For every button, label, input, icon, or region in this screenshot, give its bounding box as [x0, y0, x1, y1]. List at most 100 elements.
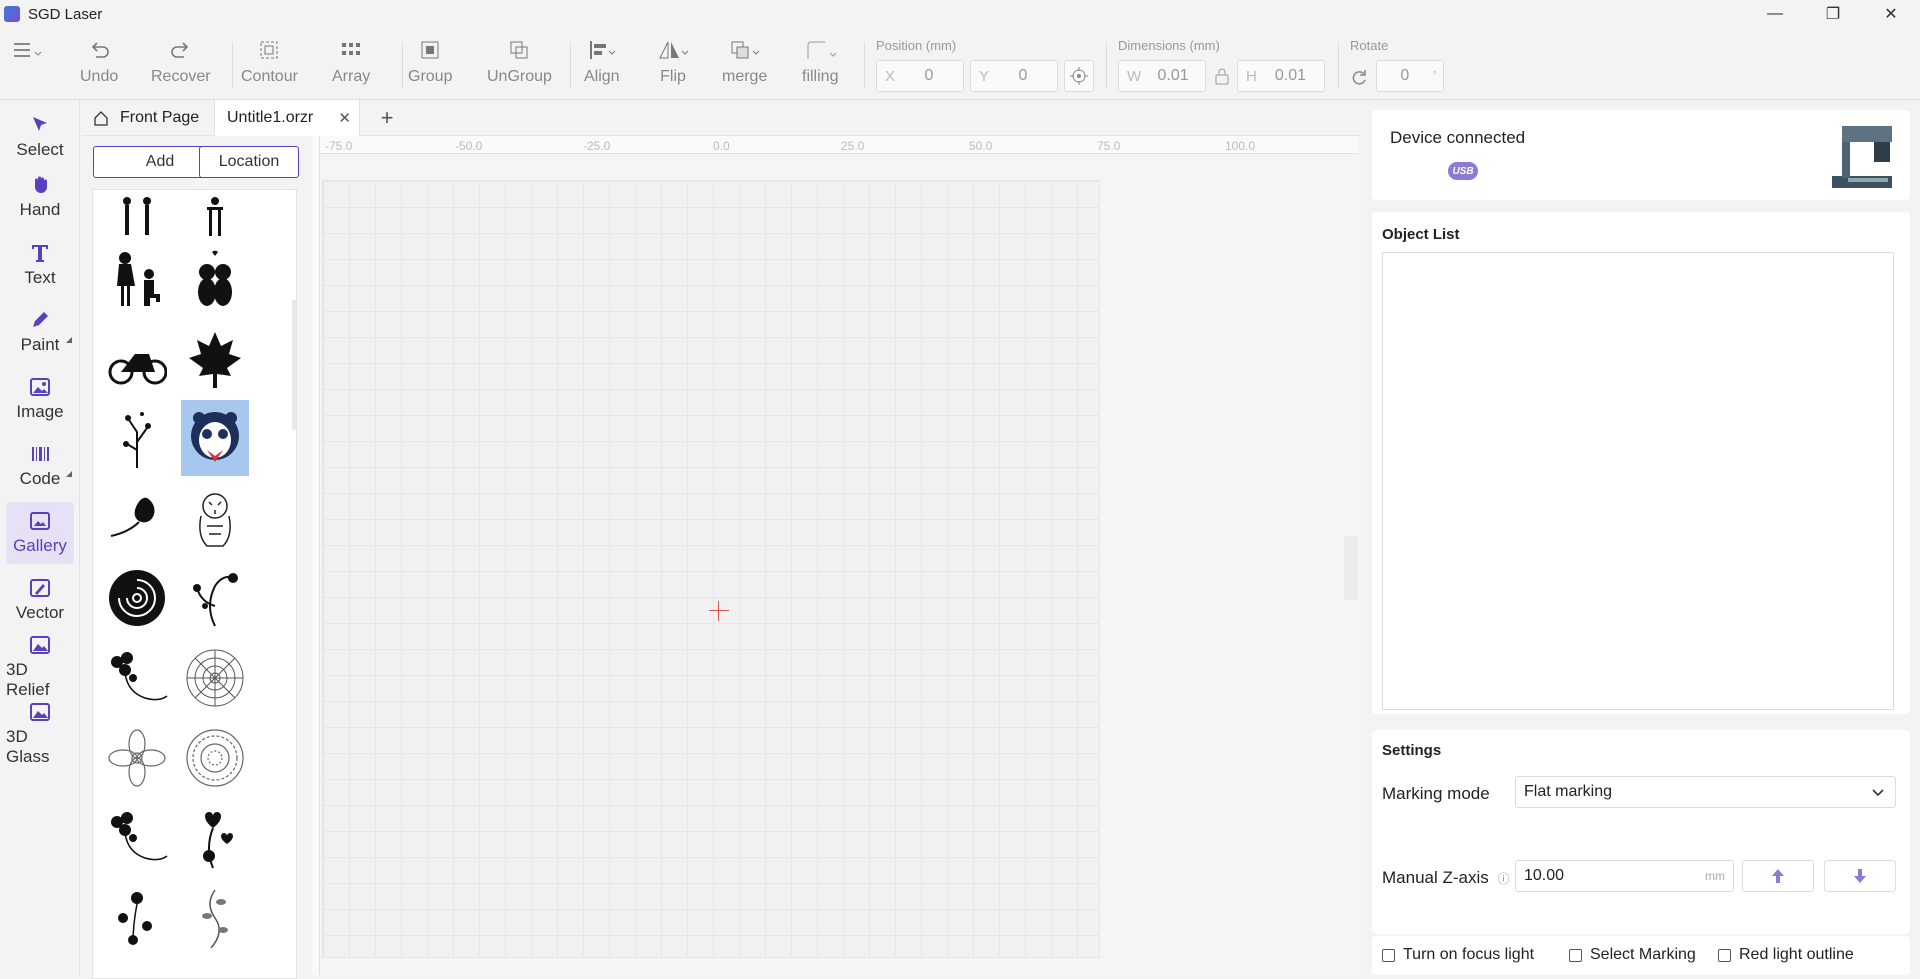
app-title: SGD Laser — [28, 5, 103, 23]
filling-icon — [804, 38, 837, 62]
contour-label: Contour — [241, 68, 298, 85]
z-down-button[interactable] — [1824, 860, 1896, 892]
select-marking-checkbox[interactable]: Select Marking — [1569, 946, 1696, 964]
ruler-tick: 50.0 — [969, 139, 993, 153]
gallery-item-hearts-vine[interactable] — [181, 800, 249, 876]
sidebar-item-code[interactable]: Code — [6, 435, 74, 497]
document-tabs: Front Page Untitle1.orzr ✕ + — [82, 100, 1360, 136]
maximize-button[interactable]: ❐ — [1804, 0, 1862, 28]
red-light-outline-checkbox[interactable]: Red light outline — [1718, 946, 1854, 964]
gallery-item-clover-script-2[interactable] — [103, 800, 171, 876]
contour-button[interactable]: Contour — [241, 38, 298, 94]
tab-untitle1[interactable]: Untitle1.orzr ✕ — [214, 100, 360, 136]
rotate-field[interactable]: 0 ° — [1376, 60, 1444, 92]
sidebar-item-paint[interactable]: Paint — [6, 301, 74, 363]
merge-label: merge — [722, 68, 768, 85]
z-up-button[interactable] — [1742, 860, 1814, 892]
sidebar-item-select[interactable]: Select — [6, 106, 74, 168]
sidebar-item-image[interactable]: Image — [6, 368, 74, 430]
gallery-scrollbar[interactable] — [292, 300, 296, 430]
flip-button[interactable]: Flip — [658, 38, 688, 94]
toolbar-divider — [232, 42, 233, 88]
filling-button[interactable]: filling — [802, 38, 838, 94]
sidebar-item-3d-glass[interactable]: 3D Glass — [6, 701, 74, 766]
arrow-up-icon — [1772, 869, 1784, 883]
pen-icon — [29, 309, 51, 331]
ungroup-icon — [508, 38, 530, 62]
position-y-field[interactable]: Y0 — [970, 60, 1058, 92]
close-tab-icon[interactable]: ✕ — [338, 109, 351, 127]
sidebar-item-hand[interactable]: Hand — [6, 166, 74, 228]
position-target-button[interactable] — [1064, 60, 1094, 92]
object-list[interactable] — [1382, 252, 1894, 710]
gallery-item-flower-outline[interactable] — [103, 720, 171, 796]
gallery-item-rose[interactable] — [103, 560, 171, 636]
width-field[interactable]: W 0.01 — [1118, 60, 1206, 92]
merge-button[interactable]: merge — [722, 38, 767, 94]
align-label: Align — [584, 68, 620, 85]
position-x-field[interactable]: X0 — [876, 60, 964, 92]
device-status: Device connected — [1390, 128, 1526, 147]
left-sidebar: Select Hand Text Paint Image Code Galler… — [0, 100, 80, 975]
gallery-location-button[interactable]: Location — [199, 146, 299, 178]
window-controls: — ❐ ✕ — [1746, 0, 1920, 28]
minimize-button[interactable]: — — [1746, 0, 1804, 28]
gallery-item-tiger[interactable] — [181, 480, 249, 556]
add-tab-button[interactable]: + — [372, 100, 402, 136]
gallery-item-proposal[interactable] — [103, 242, 171, 318]
tab-front-page[interactable]: Front Page — [82, 100, 214, 136]
recover-button[interactable]: Recover — [151, 38, 211, 94]
gallery-item-mandala[interactable] — [181, 640, 249, 716]
recover-label: Recover — [151, 68, 211, 85]
close-window-button[interactable]: ✕ — [1862, 0, 1920, 28]
manual-z-input[interactable]: 10.00 mm — [1515, 860, 1734, 892]
group-button[interactable]: Group — [408, 38, 452, 94]
expand-triangle-icon — [66, 337, 72, 343]
menu-button[interactable] — [12, 38, 42, 94]
focus-light-checkbox[interactable]: Turn on focus light — [1382, 946, 1534, 964]
redo-icon — [170, 38, 192, 62]
toolbar-divider — [570, 42, 571, 88]
gallery-item-tree[interactable] — [103, 400, 171, 476]
glass-icon — [29, 701, 51, 723]
height-field[interactable]: H 0.01 — [1237, 60, 1325, 92]
sidebar-item-vector[interactable]: Vector — [6, 569, 74, 631]
gallery-item-clover-script[interactable] — [103, 640, 171, 716]
title-bar: SGD Laser — ❐ ✕ — [0, 0, 1920, 28]
ruler-tick: 75.0 — [1097, 139, 1121, 153]
gallery-item-motorcycle[interactable] — [103, 322, 171, 398]
toolbar-divider — [402, 42, 403, 88]
ruler-tick: -75.0 — [325, 139, 353, 153]
gallery-item-love-cats[interactable] — [181, 242, 249, 318]
marking-mode-select[interactable]: Flat marking — [1515, 776, 1896, 808]
toolbar-divider — [864, 42, 865, 88]
canvas-area[interactable]: -75.0 -50.0 -25.0 0.0 25.0 50.0 75.0 100… — [312, 136, 1360, 975]
gallery-item-flowers-branch[interactable] — [103, 880, 171, 956]
hamburger-menu-icon — [12, 38, 42, 62]
ruler-tick: 25.0 — [841, 139, 865, 153]
gallery-item-flower-swirl[interactable] — [181, 560, 249, 636]
align-button[interactable]: Align — [584, 38, 620, 94]
work-area-grid[interactable] — [322, 180, 1100, 958]
right-panel: Device connected USB Object List Setting… — [1362, 100, 1920, 975]
array-button[interactable]: Array — [332, 38, 370, 94]
text-icon — [29, 242, 51, 264]
ruler-tick: -50.0 — [455, 139, 483, 153]
gallery-item-rose-bud[interactable] — [103, 480, 171, 556]
ungroup-button[interactable]: UnGroup — [487, 38, 552, 94]
sidebar-item-text[interactable]: Text — [6, 234, 74, 296]
undo-button[interactable]: Undo — [80, 38, 118, 94]
object-list-title: Object List — [1382, 226, 1460, 243]
gallery-item-panda[interactable] — [181, 400, 249, 476]
panel-resize-handle[interactable] — [1344, 536, 1358, 600]
gallery-item-vine[interactable] — [181, 880, 249, 956]
sidebar-item-gallery[interactable]: Gallery — [6, 502, 74, 564]
gallery-item-mandala-2[interactable] — [181, 720, 249, 796]
lock-ratio-icon[interactable] — [1214, 66, 1230, 91]
sidebar-item-3d-relief[interactable]: 3D Relief — [6, 636, 74, 699]
image-icon — [29, 376, 51, 398]
gallery-item-maple-leaf[interactable] — [181, 322, 249, 398]
ungroup-label: UnGroup — [487, 68, 552, 85]
hand-icon — [29, 174, 51, 196]
array-icon — [340, 38, 362, 62]
